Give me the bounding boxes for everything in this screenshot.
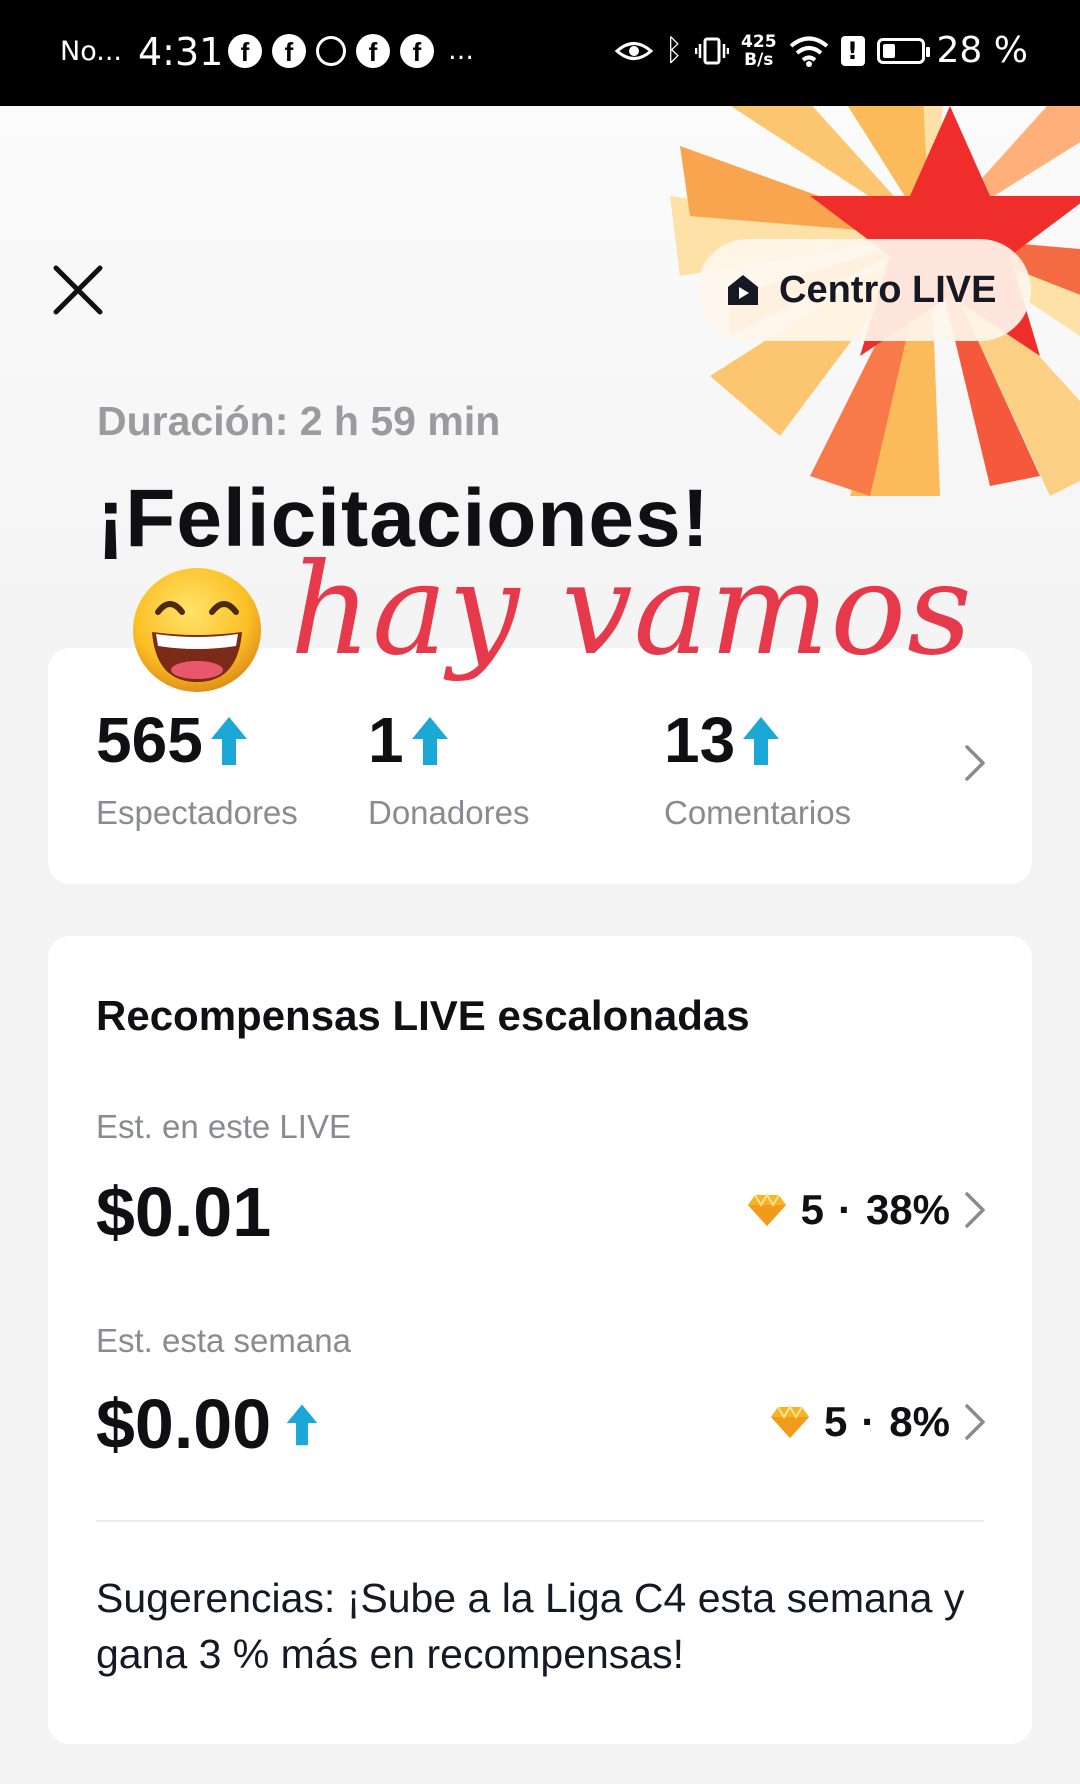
- diamond-icon: [770, 1405, 809, 1438]
- live-center-label: Centro LIVE: [779, 268, 997, 311]
- this-week-amount: $0.00: [96, 1384, 319, 1464]
- live-duration: Duración: 2 h 59 min: [97, 398, 501, 444]
- system-icons: ᛒ 425 B/s ! 28 %: [615, 30, 1028, 71]
- suggestion-text: Sugerencias: ¡Sube a la Liga C4 esta sem…: [96, 1575, 965, 1677]
- facebook-icon: f: [272, 34, 306, 68]
- chevron-right-icon: [965, 1404, 985, 1440]
- stat-label: Donadores: [368, 794, 530, 831]
- stat-value: 13: [664, 704, 736, 776]
- bluetooth-icon: ᛒ: [665, 33, 684, 68]
- rewards-title: Recompensas LIVE escalonadas: [96, 992, 750, 1039]
- this-live-label: Est. en este LIVE: [96, 1108, 351, 1145]
- divider: [96, 1520, 984, 1522]
- notification-icons: f f f f …: [228, 34, 476, 68]
- network-speed: 425 B/s: [741, 33, 777, 69]
- chevron-right-icon: [965, 1192, 985, 1228]
- live-center-button[interactable]: Centro LIVE: [697, 239, 1031, 341]
- this-week-label: Est. esta semana: [96, 1322, 351, 1359]
- diamond-icon: [747, 1193, 786, 1226]
- chevron-right-icon[interactable]: [964, 744, 986, 782]
- close-icon[interactable]: [50, 262, 106, 318]
- stat-comments: 13 Comentarios: [664, 708, 851, 832]
- vibrate-icon: [695, 37, 730, 64]
- facebook-icon: f: [400, 34, 434, 68]
- handwritten-overlay-text: hay vamos: [290, 536, 973, 683]
- this-live-amount: $0.01: [96, 1172, 271, 1252]
- whatsapp-icon: [316, 36, 346, 66]
- battery-percent: 28 %: [936, 30, 1028, 71]
- clock: 4:31: [138, 30, 224, 74]
- tiered-rewards-card: Recompensas LIVE escalonadas Est. en est…: [48, 936, 1032, 1744]
- network-speed-unit: B/s: [744, 49, 774, 70]
- stat-label: Comentarios: [664, 794, 852, 831]
- diamond-count: 5: [823, 1398, 848, 1445]
- up-arrow-icon: [411, 717, 448, 765]
- stat-value: 565: [96, 704, 203, 776]
- reward-percent: 8%: [889, 1398, 950, 1445]
- stat-donors: 1 Donadores: [368, 708, 529, 832]
- amount-value: $0.01: [96, 1173, 272, 1251]
- facebook-icon: f: [228, 34, 262, 68]
- battery-icon: [876, 37, 930, 64]
- stat-value: 1: [368, 704, 404, 776]
- amount-value: $0.00: [96, 1385, 272, 1463]
- this-week-diamonds-row[interactable]: 5 · 8%: [770, 1398, 986, 1446]
- carrier-name: No...: [60, 36, 122, 67]
- stat-label: Espectadores: [96, 794, 298, 831]
- diamond-count: 5: [800, 1186, 824, 1233]
- separator: ·: [837, 1186, 852, 1233]
- live-home-icon: [728, 275, 758, 305]
- this-live-diamonds-row[interactable]: 5 · 38%: [747, 1186, 986, 1234]
- up-arrow-icon: [210, 717, 247, 765]
- status-bar: No... 4:31 f f f f … ᛒ 425 B/s ! 28 %: [0, 0, 1080, 106]
- alert-icon: !: [840, 35, 865, 66]
- network-speed-value: 425: [741, 31, 777, 52]
- grinning-face-emoji: [133, 568, 261, 692]
- up-arrow-icon: [286, 1404, 318, 1446]
- separator: ·: [861, 1398, 876, 1445]
- more-notifications-icon: …: [448, 36, 476, 66]
- facebook-icon: f: [356, 34, 390, 68]
- reward-percent: 38%: [865, 1186, 950, 1233]
- eye-comfort-icon: [615, 41, 654, 60]
- stat-viewers: 565 Espectadores: [96, 708, 298, 832]
- wifi-icon: [789, 36, 828, 67]
- up-arrow-icon: [743, 717, 780, 765]
